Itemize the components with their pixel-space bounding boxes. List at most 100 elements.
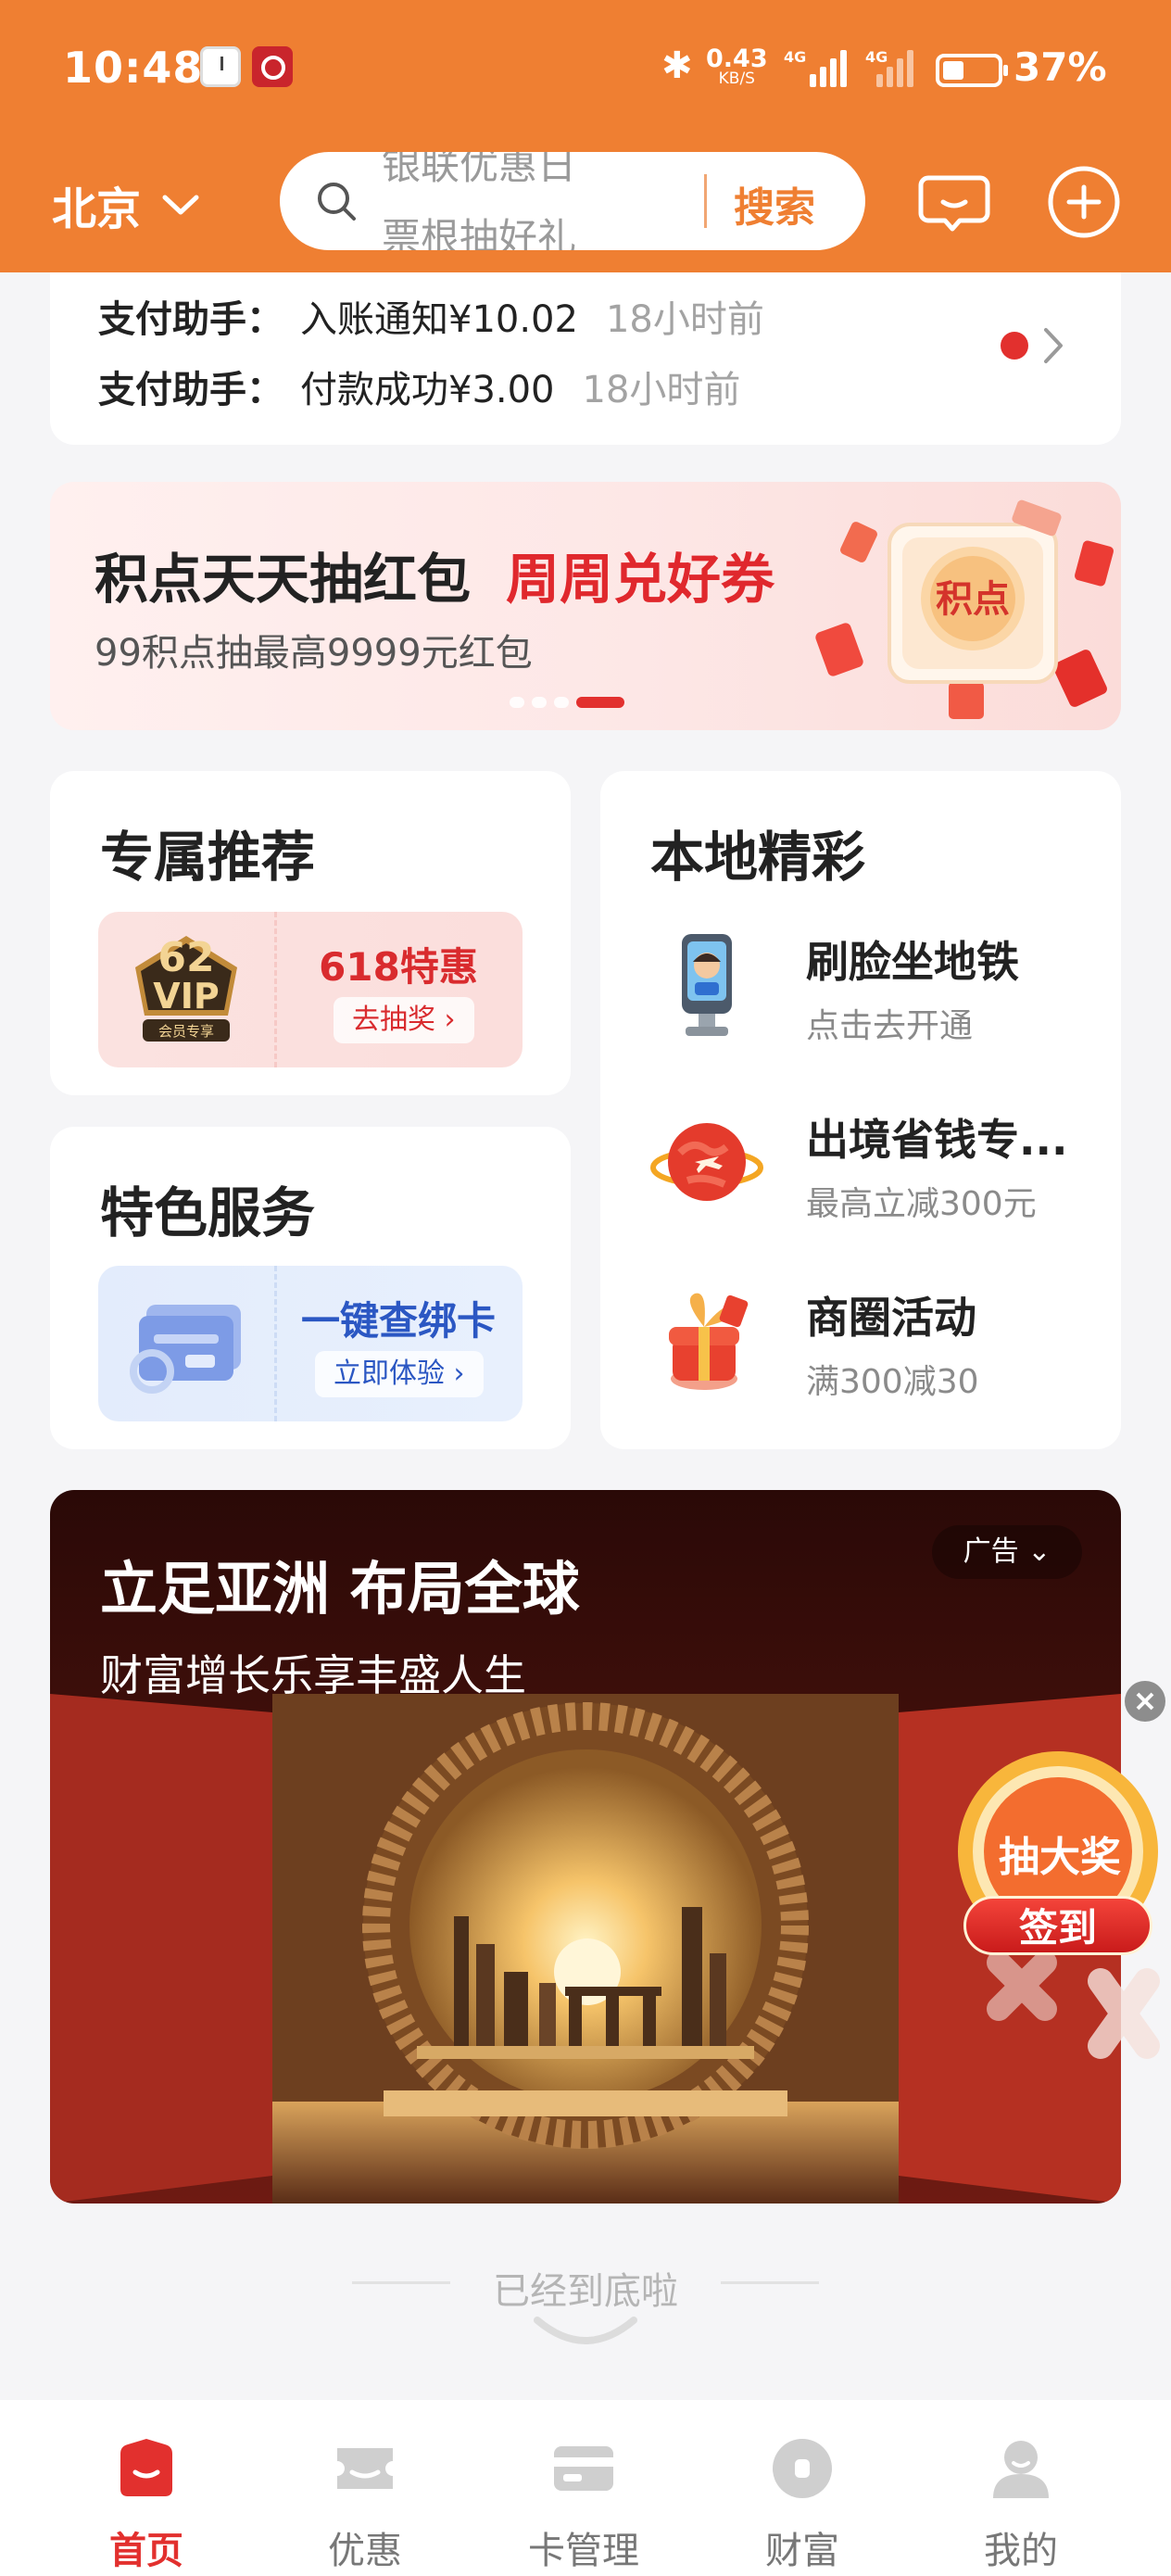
ad-label: 广告 (963, 1535, 1019, 1568)
nav-tab-home[interactable]: 首页 (37, 2400, 256, 2576)
local-item-title: 刷脸坐地铁 (806, 937, 1019, 987)
vip-badge-icon: 62 VIP 会员专享 (135, 934, 237, 1042)
local-highlights-card: 本地精彩 刷脸坐地铁 点击去开通 出境省钱专... 最高立减300元 商圈活动 … (600, 771, 1121, 1449)
promo-title: 一键查绑卡 (300, 1298, 496, 1344)
bluetooth-icon: ✱ (661, 44, 693, 87)
notice-text: 付款成功¥3.00 (300, 369, 555, 411)
card-title: 本地精彩 (650, 826, 866, 889)
home-icon (120, 2439, 172, 2496)
network-speed-value: 0.43 (706, 44, 768, 73)
bottom-navigation: 首页 优惠 卡管理 财富 我的 (0, 2400, 1171, 2576)
banner-title-main: 积点天天抽红包 (94, 548, 472, 611)
unread-dot (1001, 332, 1028, 360)
battery-percentage: 37% (1014, 44, 1107, 90)
notice-label: 支付助手： (98, 369, 283, 411)
city-name: 北京 (52, 183, 142, 235)
local-item-overseas-savings[interactable]: 出境省钱专... 最高立减300元 (647, 1103, 1091, 1242)
card-binding-check-promo[interactable]: 一键查绑卡 立即体验 › (98, 1266, 523, 1421)
local-item-subtitle: 最高立减300元 (806, 1185, 1037, 1223)
banner-pagination (510, 697, 624, 708)
nav-tab-deals[interactable]: 优惠 (256, 2400, 474, 2576)
app-header: 10:48 ✱ 0.43 KB/S 4G 4G 37% 北京 银联优惠日 票根抽… (0, 0, 1171, 272)
local-item-shopping-district[interactable]: 商圈活动 满300减30 (647, 1281, 1091, 1420)
lucky-draw-title: 抽大奖 (999, 1834, 1121, 1881)
city-selector[interactable]: 北京 (52, 172, 200, 237)
vip-badge-label: VIP (153, 976, 219, 1017)
search-rolling-hint: 银联优惠日 票根抽好礼 (382, 152, 687, 250)
banner-subtitle: 99积点抽最高9999元红包 (94, 632, 533, 675)
refresh-arc-icon (534, 2317, 637, 2344)
promo-title: 618特惠 (319, 944, 478, 990)
local-item-face-metro[interactable]: 刷脸坐地铁 点击去开通 (647, 925, 1091, 1064)
draw-prize-button[interactable]: 去抽奖 › (334, 997, 474, 1043)
profile-icon (993, 2441, 1049, 2498)
ad-label-dropdown[interactable]: 广告 ⌄ (932, 1525, 1082, 1579)
page-dot (532, 697, 547, 708)
exclusive-recommend-card[interactable]: 专属推荐 62 VIP 会员专享 618特惠 去抽奖 › (50, 771, 571, 1095)
add-icon[interactable] (1043, 161, 1125, 243)
nav-tab-label: 首页 (109, 2530, 183, 2572)
notice-row: 支付助手： 入账通知¥10.02 18小时前 (98, 289, 764, 343)
local-item-title: 出境省钱专... (806, 1115, 1068, 1165)
network-speed-unit: KB/S (718, 69, 755, 88)
vip-badge-caption: 会员专享 (158, 1023, 214, 1040)
vip-618-promo[interactable]: 62 VIP 会员专享 618特惠 去抽奖 › (98, 912, 523, 1067)
nav-tab-label: 优惠 (328, 2530, 402, 2572)
notice-time: 18小时前 (582, 369, 741, 411)
search-hint-next: 票根抽好礼 (382, 215, 577, 250)
nav-tab-label: 财富 (765, 2530, 839, 2572)
card-title: 特色服务 (100, 1181, 316, 1244)
ad-subline: 财富增长乐享丰盛人生 (100, 1650, 526, 1700)
red-envelope-gift-box-icon: 积点 (815, 499, 1114, 719)
battery-icon (936, 54, 1008, 87)
coin-icon (773, 2439, 832, 2498)
local-item-subtitle: 点击去开通 (806, 1007, 974, 1045)
network-speed: 0.43 KB/S (706, 46, 768, 87)
face-scan-kiosk-icon (682, 934, 732, 1036)
card-icon (554, 2446, 613, 2491)
try-now-button[interactable]: 立即体验 › (315, 1351, 484, 1397)
search-icon (318, 183, 356, 221)
network-type-1: 4G (784, 48, 807, 66)
card-title: 专属推荐 (100, 826, 316, 889)
ad-headline: 立足亚洲 布局全球 (100, 1555, 580, 1623)
nav-tab-label: 我的 (984, 2530, 1058, 2572)
signal-strength-2-icon (876, 46, 919, 87)
notice-text: 入账通知¥10.02 (300, 298, 578, 341)
page-dot (554, 697, 569, 708)
nav-tab-card-management[interactable]: 卡管理 (474, 2400, 693, 2576)
banner-title-highlight: 周周兑好券 (506, 548, 775, 611)
chevron-right-icon (1044, 328, 1063, 363)
signal-strength-1-icon (810, 46, 852, 87)
chevron-down-icon: ⌄ (1027, 1535, 1051, 1568)
page-dot-active (576, 697, 624, 708)
search-divider (704, 174, 707, 228)
notice-row: 支付助手： 付款成功¥3.00 18小时前 (98, 360, 740, 413)
search-button[interactable]: 搜索 (734, 174, 815, 234)
banner-badge-text: 积点 (936, 578, 1010, 621)
points-promo-banner[interactable]: 积点天天抽红包 周周兑好券 99积点抽最高9999元红包 积点 (50, 482, 1121, 730)
gift-box-icon (669, 1293, 749, 1390)
sign-in-button[interactable]: 签到 (963, 1896, 1152, 1955)
nav-tab-wealth[interactable]: 财富 (693, 2400, 912, 2576)
featured-service-card[interactable]: 特色服务 一键查绑卡 立即体验 › (50, 1127, 571, 1449)
ticket-icon (337, 2448, 393, 2489)
payment-notice-card[interactable]: 支付助手： 入账通知¥10.02 18小时前 支付助手： 付款成功¥3.00 1… (50, 272, 1121, 445)
status-time: 10:48 (63, 43, 204, 93)
notice-time: 18小时前 (605, 298, 764, 341)
nav-tab-label: 卡管理 (528, 2530, 639, 2572)
local-item-title: 商圈活动 (806, 1293, 976, 1343)
notice-label: 支付助手： (98, 298, 283, 341)
chevron-down-icon (162, 195, 199, 215)
message-icon[interactable] (913, 161, 995, 243)
local-item-subtitle: 满300减30 (806, 1363, 979, 1401)
search-bar[interactable]: 银联优惠日 票根抽好礼 搜索 (280, 152, 865, 250)
nav-tab-profile[interactable]: 我的 (912, 2400, 1130, 2576)
end-of-list-text: 已经到底啦 (493, 2270, 678, 2313)
unionpay-app-icon (252, 46, 293, 87)
bank-card-search-icon (130, 1305, 241, 1394)
page-dot (510, 697, 524, 708)
close-icon[interactable] (1125, 1681, 1165, 1722)
vip-badge-number: 62 (157, 934, 214, 981)
globe-airplane-icon (650, 1123, 763, 1201)
